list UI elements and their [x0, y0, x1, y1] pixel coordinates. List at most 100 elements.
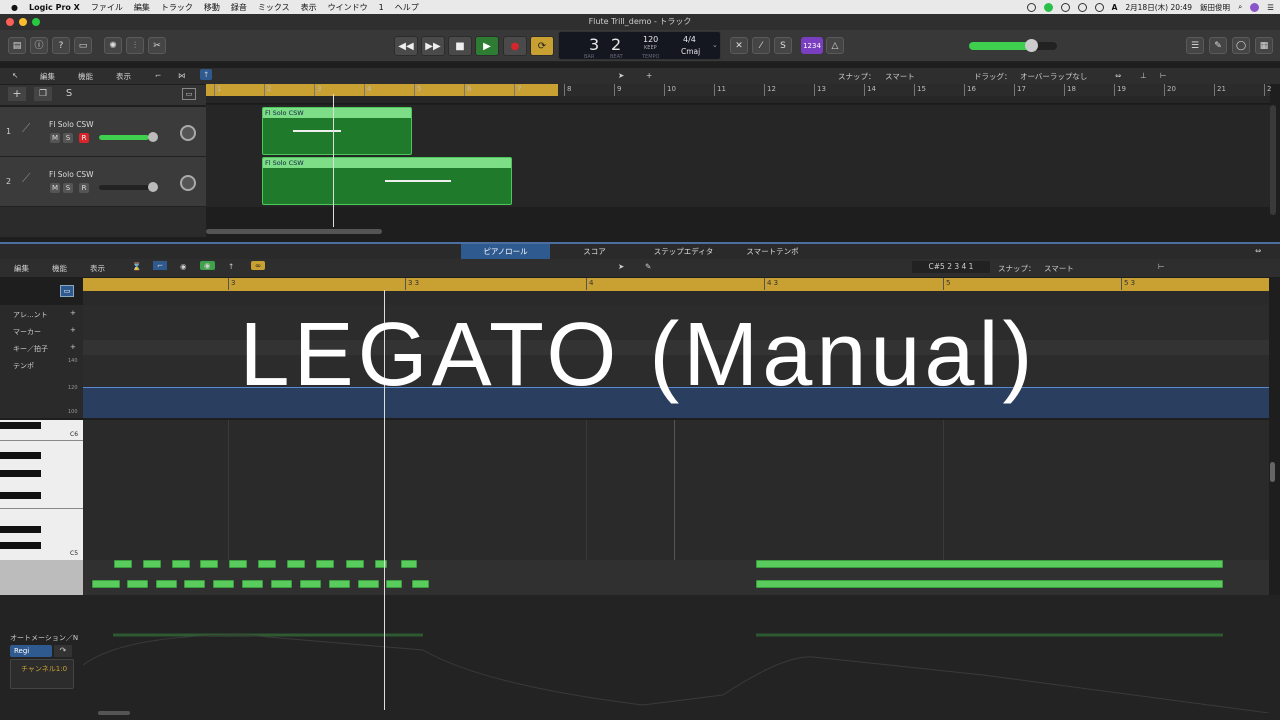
midi-in-icon[interactable]: ◉	[180, 262, 187, 271]
smart-controls-button[interactable]: ✺	[104, 37, 122, 54]
black-key[interactable]	[0, 422, 41, 429]
metronome-icon[interactable]: △	[826, 37, 844, 54]
midi-note[interactable]	[229, 560, 247, 568]
catch-icon[interactable]: ↑	[228, 262, 234, 271]
menu-file[interactable]: ファイル	[91, 2, 123, 13]
midi-note[interactable]	[358, 580, 379, 588]
solo-button[interactable]: S	[774, 37, 792, 54]
midi-note[interactable]	[287, 560, 305, 568]
tab-step-editor[interactable]: ステップエディタ	[639, 244, 728, 259]
midi-note[interactable]	[242, 580, 263, 588]
midi-note[interactable]	[271, 580, 292, 588]
pr-edit-menu[interactable]: 編集	[14, 263, 29, 274]
quick-help-button[interactable]: ?	[52, 37, 70, 54]
minimize-window-button[interactable]	[19, 18, 27, 26]
pan-knob[interactable]	[180, 175, 196, 191]
waveform-zoom-icon[interactable]: ⇔	[1115, 71, 1121, 80]
position-display[interactable]: C#5 2 3 4 1	[912, 261, 990, 273]
catch-icon[interactable]: ↑	[200, 69, 213, 80]
arrange-ruler[interactable]: 1 2 3 4 5 6 7 8 9 10 11 12 13 14 15 16 17 18 19 20 21 2	[206, 84, 1271, 96]
midi-note[interactable]	[172, 560, 190, 568]
tracks-area[interactable]: Fl Solo CSW Fl Solo CSW	[206, 105, 1270, 207]
midi-note[interactable]	[412, 580, 429, 588]
automation-region-button[interactable]: Regi	[10, 645, 52, 657]
solo-button[interactable]: S	[63, 133, 73, 143]
midi-note[interactable]	[329, 580, 350, 588]
fit-horizontal-icon[interactable]: ⊢	[1158, 262, 1165, 271]
menu-help[interactable]: ヘルプ	[395, 2, 419, 13]
midi-note[interactable]	[114, 560, 132, 568]
midi-note[interactable]	[386, 580, 402, 588]
back-icon[interactable]: ↖	[12, 71, 18, 80]
pr-functions-menu[interactable]: 機能	[52, 263, 67, 274]
expand-editor-icon[interactable]: ⇔	[1255, 246, 1261, 255]
pointer-tool-icon[interactable]: ➤	[618, 262, 624, 271]
duplicate-track-icon[interactable]: ❐	[34, 87, 52, 101]
black-key[interactable]	[0, 492, 41, 499]
midi-note[interactable]	[200, 560, 218, 568]
midi-note[interactable]	[401, 560, 417, 568]
stop-button[interactable]: ■	[448, 36, 472, 56]
tracks-view-menu[interactable]: 表示	[116, 71, 131, 82]
lcd-dropdown-icon[interactable]: ⌄	[712, 41, 718, 49]
midi-note[interactable]	[346, 560, 364, 568]
midi-note[interactable]	[143, 560, 161, 568]
list-editors-button[interactable]: ☰	[1186, 37, 1204, 54]
link-icon[interactable]: ∞	[251, 261, 266, 270]
pr-vertical-scrollbar[interactable]	[1270, 462, 1275, 482]
master-volume-knob[interactable]	[1025, 39, 1038, 52]
black-key[interactable]	[0, 542, 41, 549]
browsers-button[interactable]: ▦	[1255, 37, 1273, 54]
count-in-button[interactable]: 1234	[801, 37, 823, 54]
menu-view[interactable]: 表示	[301, 2, 317, 13]
drag-select[interactable]: オーバーラップなし	[1020, 71, 1087, 82]
pencil-tool-icon[interactable]: ✎	[645, 262, 651, 271]
pr-view-menu[interactable]: 表示	[90, 263, 105, 274]
input-source-icon[interactable]: A	[1112, 3, 1118, 12]
black-key[interactable]	[0, 452, 41, 459]
menu-edit[interactable]: 編集	[134, 2, 150, 13]
track-row-1[interactable]: 1 ⟋ Fl Solo CSW M S R	[0, 107, 206, 157]
library-button[interactable]: ▤	[8, 37, 26, 54]
add-signature-icon[interactable]: +	[70, 343, 76, 351]
volume-knob[interactable]	[148, 182, 158, 192]
menubar-user[interactable]: 飯田俊明	[1200, 2, 1230, 13]
tab-score[interactable]: スコア	[550, 244, 639, 259]
fit-vertical-icon[interactable]: ⊥	[1140, 71, 1147, 80]
vertical-scrollbar[interactable]	[1270, 105, 1276, 215]
menu-record[interactable]: 録音	[231, 2, 247, 13]
cycle-range[interactable]	[206, 84, 558, 96]
menu-navigate[interactable]: 移動	[204, 2, 220, 13]
midi-note[interactable]	[184, 580, 205, 588]
tab-piano-roll[interactable]: ピアノロール	[461, 244, 550, 259]
region-view-icon[interactable]: ▭	[60, 285, 74, 297]
automation-arrow-icon[interactable]: ↷	[54, 645, 72, 657]
pr-horizontal-scrollbar[interactable]	[98, 711, 130, 715]
dropbox-icon[interactable]	[1060, 2, 1070, 12]
playhead[interactable]	[333, 94, 334, 227]
midi-note[interactable]	[213, 580, 234, 588]
midi-note[interactable]	[92, 580, 120, 588]
midi-note[interactable]	[756, 580, 1223, 588]
record-button[interactable]: ●	[503, 36, 527, 56]
black-key[interactable]	[0, 470, 41, 477]
midi-note[interactable]	[156, 580, 177, 588]
spotlight-icon[interactable]: ⌕	[1238, 2, 1242, 12]
add-arrangement-icon[interactable]: +	[70, 309, 76, 317]
line-icon[interactable]	[1043, 2, 1053, 12]
apple-menu-icon[interactable]: ●	[11, 3, 18, 12]
midi-note[interactable]	[756, 560, 1223, 568]
play-button[interactable]: ▶	[475, 36, 499, 56]
quantize-icon[interactable]: ⌛	[132, 262, 141, 271]
piano-roll-ruler[interactable]: 3 3 3 4 4 3 5 5 3	[83, 278, 1269, 291]
pr-snap-select[interactable]: スマート	[1044, 263, 1074, 274]
black-key[interactable]	[0, 526, 41, 533]
airplay-icon[interactable]	[1077, 2, 1087, 12]
status-icon[interactable]	[1026, 2, 1036, 12]
fast-forward-button[interactable]: ▶▶	[421, 36, 445, 56]
notification-center-icon[interactable]: ☰	[1267, 3, 1274, 12]
add-track-button[interactable]: +	[8, 87, 26, 101]
horizontal-scrollbar[interactable]	[206, 229, 382, 234]
wifi-icon[interactable]	[1094, 2, 1104, 12]
midi-note[interactable]	[258, 560, 276, 568]
